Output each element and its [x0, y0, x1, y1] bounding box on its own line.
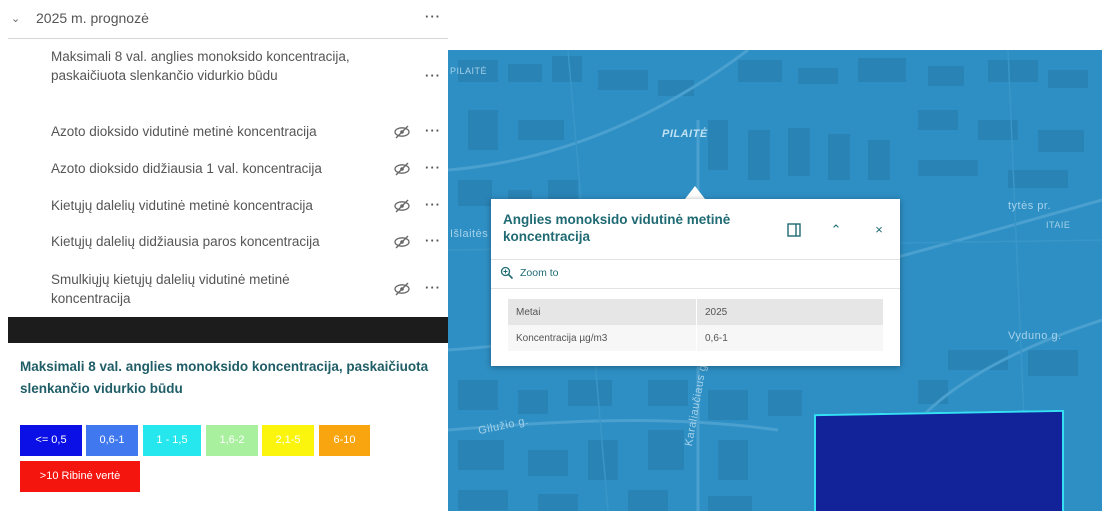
map-label-area: PILAITĖ [450, 66, 488, 76]
layer-item-pm10-annual[interactable]: Kietųjų dalelių vidutinė metinė koncentr… [0, 196, 448, 218]
attribute-table: Metai 2025 Koncentracija µg/m3 0,6-1 [508, 299, 883, 351]
divider [491, 288, 900, 289]
attribute-value: 2025 [696, 299, 883, 325]
layer-item-pm25-annual[interactable]: Smulkiųjų kietųjų dalelių vidutinė metin… [0, 268, 448, 310]
legend-class-swatch: 1 - 1,5 [143, 425, 201, 456]
more-options-icon[interactable]: ··· [425, 123, 441, 138]
map-label-area: ITAIE [1046, 220, 1071, 230]
more-options-icon[interactable]: ··· [425, 280, 441, 295]
layer-group-header[interactable]: ⌄ 2025 m. prognozė ··· [0, 0, 448, 36]
more-options-icon[interactable]: ··· [425, 160, 441, 175]
eye-off-icon[interactable] [393, 160, 411, 178]
map-label-street: Išlaitės [450, 228, 489, 240]
legend-class-swatch: >10 Ribinė vertė [20, 461, 140, 492]
layer-group-title: 2025 m. prognozė [36, 10, 149, 26]
layer-item-co-max8[interactable]: Maksimali 8 val. anglies monoksido konce… [0, 44, 448, 106]
zoom-in-icon [500, 266, 514, 280]
layer-list-panel: ⌄ 2025 m. prognozė ··· Maksimali 8 val. … [0, 0, 448, 316]
attribute-key: Koncentracija µg/m3 [508, 325, 697, 351]
attribute-value: 0,6-1 [696, 325, 883, 351]
legend-class-swatch: 2,1-5 [262, 425, 314, 456]
more-options-icon[interactable]: ··· [425, 197, 441, 212]
eye-off-icon[interactable] [393, 233, 411, 251]
legend-class-swatch: 6-10 [319, 425, 370, 456]
legend-title: Maksimali 8 val. anglies monoksido konce… [20, 359, 429, 396]
popup-pointer [685, 186, 705, 199]
eye-off-icon[interactable] [393, 197, 411, 215]
legend-class-swatch: 1,6-2 [206, 425, 258, 456]
layer-item-label: Kietųjų dalelių didžiausia paros koncent… [51, 234, 320, 249]
more-options-icon[interactable]: ··· [425, 233, 441, 248]
legend-class-swatch: <= 0,5 [20, 425, 82, 456]
attribute-key: Metai [508, 299, 697, 325]
panel-separator-bar [8, 317, 448, 343]
layer-item-label: Smulkiųjų kietųjų dalelių vidutinė metin… [51, 272, 290, 306]
chevron-down-icon[interactable]: ⌄ [11, 12, 20, 25]
layer-item-label: Kietųjų dalelių vidutinė metinė koncentr… [51, 198, 313, 213]
eye-off-icon[interactable] [393, 280, 411, 298]
popup-title: Anglies monoksido vidutinė metinė koncen… [503, 212, 731, 244]
more-options-icon[interactable]: ··· [425, 9, 441, 24]
layer-item-no2-annual[interactable]: Azoto dioksido vidutinė metinė koncentra… [0, 122, 448, 144]
zoom-to-label: Zoom to [520, 267, 559, 279]
map-label-street: Vyduno g. [1008, 330, 1062, 342]
selected-feature-highlight[interactable] [814, 409, 1064, 511]
legend-class-swatch: 0,6-1 [86, 425, 138, 456]
layer-item-label: Maksimali 8 val. anglies monoksido konce… [51, 49, 350, 83]
close-icon[interactable]: × [870, 221, 888, 239]
more-options-icon[interactable]: ··· [425, 68, 441, 83]
feature-popup: Anglies monoksido vidutinė metinė koncen… [491, 199, 900, 366]
chevron-up-icon[interactable]: ⌃ [827, 221, 845, 239]
layer-item-pm10-daily[interactable]: Kietųjų dalelių didžiausia paros koncent… [0, 232, 448, 254]
map-label-street: tytės pr. [1008, 200, 1052, 212]
dock-icon[interactable] [785, 221, 803, 239]
divider [8, 38, 448, 39]
layer-item-label: Azoto dioksido didžiausia 1 val. koncent… [51, 161, 322, 176]
table-row: Metai 2025 [508, 299, 883, 325]
layer-item-no2-max1h[interactable]: Azoto dioksido didžiausia 1 val. koncent… [0, 159, 448, 181]
divider [491, 259, 900, 260]
eye-off-icon[interactable] [393, 123, 411, 141]
table-row: Koncentracija µg/m3 0,6-1 [508, 325, 883, 351]
map-label-district: PILAITĖ [662, 128, 708, 140]
layer-item-label: Azoto dioksido vidutinė metinė koncentra… [51, 124, 317, 139]
